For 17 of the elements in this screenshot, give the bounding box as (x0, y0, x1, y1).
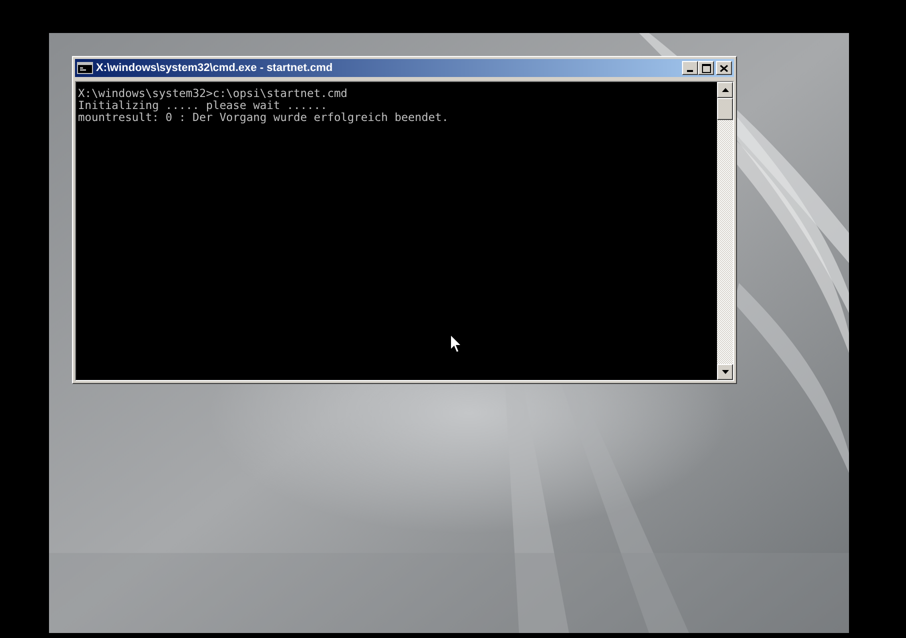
close-icon (720, 64, 728, 72)
console-line: X:\windows\system32>c:\opsi\startnet.cmd (78, 88, 348, 100)
scroll-up-button[interactable] (717, 82, 733, 98)
scroll-thumb[interactable] (717, 98, 733, 120)
console-line: Initializing ..... please wait ...... (78, 100, 328, 112)
maximize-icon (702, 64, 710, 72)
maximize-button[interactable] (698, 61, 714, 75)
window-title: X:\windows\system32\cmd.exe - startnet.cmd (96, 62, 334, 74)
up-arrow-icon (722, 88, 728, 92)
close-button[interactable] (716, 61, 732, 75)
mouse-pointer-icon (450, 334, 462, 353)
scroll-bar[interactable] (717, 82, 733, 380)
minimize-button[interactable] (682, 61, 698, 75)
console-icon (77, 62, 93, 74)
console-line: mountresult: 0 : Der Vorgang wurde erfolgreich beendet. (78, 112, 450, 124)
down-arrow-icon (722, 370, 728, 374)
scroll-down-button[interactable] (717, 364, 733, 380)
